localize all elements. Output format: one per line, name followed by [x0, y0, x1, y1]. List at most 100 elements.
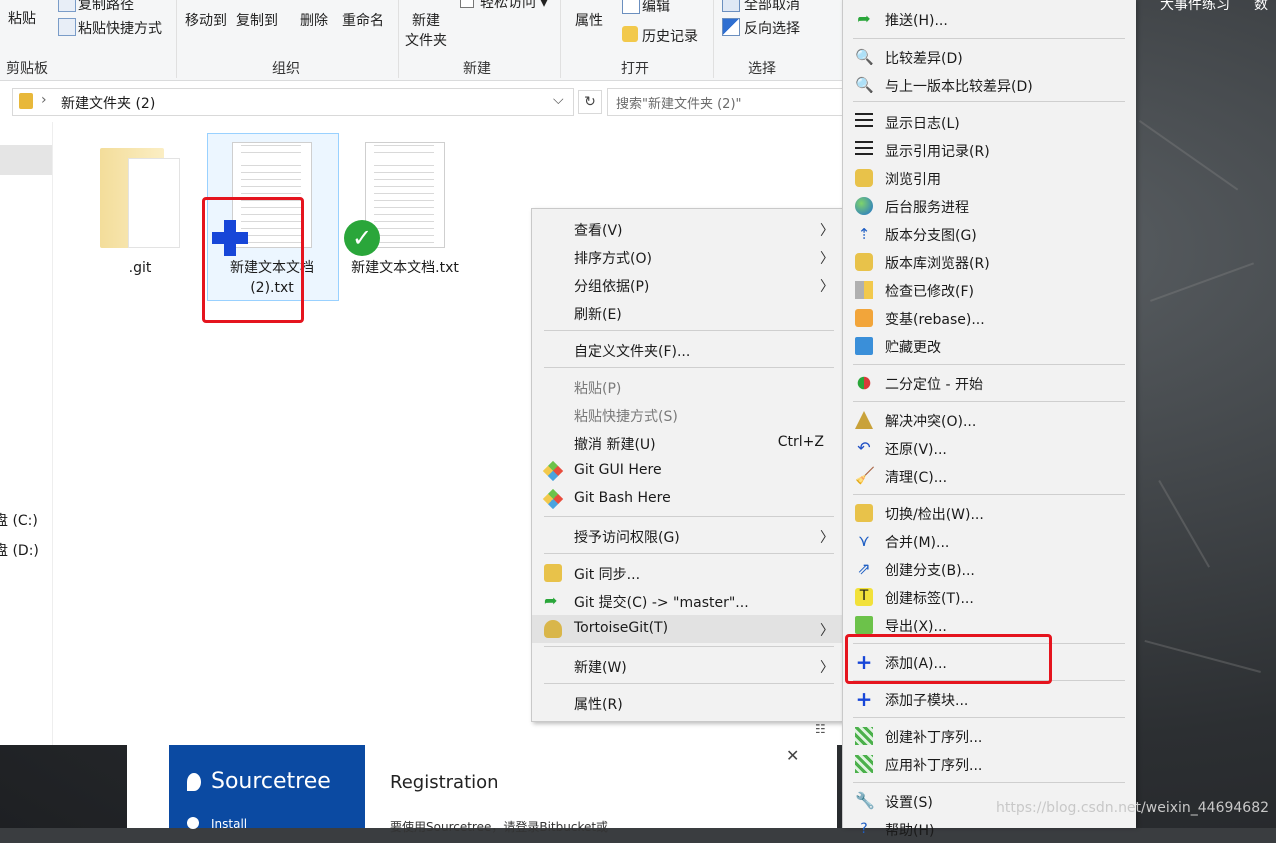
- desktop-text: 数: [1254, 0, 1268, 13]
- submenu-item-8[interactable]: 版本库浏览器(R): [843, 248, 1136, 276]
- rename-button[interactable]: 重命名: [342, 10, 384, 30]
- chevron-right-icon: 〉: [820, 623, 834, 639]
- select-none-button[interactable]: 全部取消: [744, 0, 800, 14]
- menu-item-new[interactable]: 新建(W) 〉: [532, 652, 842, 680]
- nav-item-drive-c[interactable]: 盘 (C:): [0, 510, 38, 530]
- copy-to-button[interactable]: 复制到: [236, 10, 278, 30]
- properties-button[interactable]: 属性: [575, 10, 603, 30]
- menu-item-grant-access[interactable]: 授予访问权限(G) 〉: [532, 522, 842, 550]
- submenu-item-5[interactable]: 浏览引用: [843, 164, 1136, 192]
- copy-path-icon: [58, 0, 76, 12]
- chevron-down-icon[interactable]: ⌵: [553, 92, 564, 108]
- search-input[interactable]: 搜索"新建文件夹 (2)": [607, 88, 844, 116]
- edit-button[interactable]: 编辑: [642, 0, 670, 16]
- submenu-item-label: 添加子模块...: [885, 693, 969, 709]
- new-folder-button-line2[interactable]: 文件夹: [405, 30, 447, 50]
- group-label-new: 新建: [463, 61, 491, 77]
- menu-item-tortoisegit[interactable]: TortoiseGit(T) 〉: [532, 615, 842, 643]
- paste-button[interactable]: 粘贴: [8, 8, 36, 28]
- menu-item-git-gui[interactable]: Git GUI Here: [532, 457, 842, 485]
- address-bar[interactable]: › 新建文件夹 (2) ⌵: [12, 88, 574, 116]
- submenu-item-24[interactable]: 应用补丁序列...: [843, 750, 1136, 778]
- desktop-text: 大事件练习: [1160, 0, 1230, 13]
- chevron-right-icon: 〉: [820, 530, 834, 546]
- close-icon[interactable]: ✕: [786, 746, 799, 765]
- select-none-icon: [722, 0, 740, 12]
- submenu-item-label: 设置(S): [885, 795, 933, 811]
- submenu-item-11[interactable]: 贮藏更改: [843, 332, 1136, 360]
- submenu-item-14[interactable]: ↶ 还原(V)...: [843, 434, 1136, 462]
- menu-item-git-bash[interactable]: Git Bash Here: [532, 485, 842, 513]
- file-name-txt[interactable]: 新建文本文档.txt: [345, 258, 465, 278]
- submenu-item-1[interactable]: 🔍 比较差异(D): [843, 43, 1136, 71]
- submenu-item-label: 与上一版本比较差异(D): [885, 79, 1033, 95]
- new-folder-button[interactable]: 新建: [412, 10, 440, 30]
- menu-item-undo-new[interactable]: 撤消 新建(U) Ctrl+Z: [532, 429, 842, 457]
- submenu-item-23[interactable]: 创建补丁序列...: [843, 722, 1136, 750]
- submenu-item-label: 显示引用记录(R): [885, 144, 990, 160]
- push-icon: ➦: [857, 9, 871, 28]
- history-icon: [622, 26, 638, 42]
- nav-selected-item[interactable]: [0, 145, 52, 175]
- delete-button[interactable]: 删除: [300, 10, 328, 30]
- submenu-item-13[interactable]: 解决冲突(O)...: [843, 406, 1136, 434]
- submenu-item-3[interactable]: 显示日志(L): [843, 108, 1136, 136]
- menu-item-view[interactable]: 查看(V) 〉: [532, 215, 842, 243]
- submenu-item-0[interactable]: ➦ 推送(H)...: [843, 5, 1136, 33]
- breadcrumb-current-folder[interactable]: 新建文件夹 (2): [61, 93, 155, 113]
- chevron-right-icon: 〉: [820, 660, 834, 676]
- submenu-item-18[interactable]: ⇗ 创建分支(B)...: [843, 555, 1136, 583]
- menu-item-properties[interactable]: 属性(R): [532, 689, 842, 717]
- history-button[interactable]: 历史记录: [642, 26, 698, 46]
- view-toggle-icon[interactable]: ☷: [815, 722, 826, 736]
- switch-icon: [855, 504, 873, 522]
- submenu-item-26[interactable]: ? 帮助(H): [843, 815, 1136, 843]
- annotation-red-box: [202, 197, 304, 323]
- git-folder[interactable]: [100, 148, 180, 250]
- submenu-item-label: 推送(H)...: [885, 13, 948, 29]
- easy-access-button[interactable]: 轻松访问 ▾: [480, 0, 547, 12]
- submenu-item-7[interactable]: ⇡ 版本分支图(G): [843, 220, 1136, 248]
- annotation-red-box: [845, 634, 1052, 684]
- menu-item-group-by[interactable]: 分组依据(P) 〉: [532, 271, 842, 299]
- group-label-select: 选择: [748, 61, 776, 77]
- revert-icon: ↶: [857, 438, 871, 457]
- submenu-item-15[interactable]: 🧹 清理(C)...: [843, 462, 1136, 490]
- submenu-item-4[interactable]: 显示引用记录(R): [843, 136, 1136, 164]
- bisect-icon: [857, 376, 871, 390]
- submenu-item-6[interactable]: 后台服务进程: [843, 192, 1136, 220]
- submenu-item-label: 二分定位 - 开始: [885, 377, 983, 393]
- invert-selection-icon: [722, 18, 740, 36]
- menu-item-refresh[interactable]: 刷新(E): [532, 299, 842, 327]
- menu-item-sort[interactable]: 排序方式(O) 〉: [532, 243, 842, 271]
- submenu-item-19[interactable]: T 创建标签(T)...: [843, 583, 1136, 611]
- file-name-git[interactable]: .git: [110, 258, 170, 278]
- easy-access-icon: [460, 0, 474, 8]
- menu-item-git-commit[interactable]: ➦ Git 提交(C) -> "master"...: [532, 587, 842, 615]
- nav-item-drive-d[interactable]: 盘 (D:): [0, 540, 39, 560]
- submenu-item-label: 还原(V)...: [885, 442, 947, 458]
- magnifier-icon: 🔍: [855, 76, 874, 94]
- create-branch-icon: ⇗: [857, 559, 871, 578]
- submenu-item-2[interactable]: 🔍 与上一版本比较差异(D): [843, 71, 1136, 99]
- plus-icon: +: [855, 687, 873, 711]
- install-step-icon: [187, 817, 199, 829]
- menu-item-git-sync[interactable]: Git 同步...: [532, 559, 842, 587]
- copy-path-button[interactable]: 复制路径: [78, 0, 134, 14]
- invert-selection-button[interactable]: 反向选择: [744, 18, 800, 38]
- submenu-item-12[interactable]: 二分定位 - 开始: [843, 369, 1136, 397]
- submenu-item-17[interactable]: ⋎ 合并(M)...: [843, 527, 1136, 555]
- paste-shortcut-button[interactable]: 粘贴快捷方式: [78, 18, 162, 38]
- navigation-pane: [0, 122, 53, 745]
- menu-separator: [853, 364, 1125, 365]
- refresh-icon[interactable]: ↻: [578, 90, 602, 114]
- submenu-item-22[interactable]: + 添加子模块...: [843, 685, 1136, 713]
- move-to-button[interactable]: 移动到: [185, 10, 227, 30]
- submenu-item-16[interactable]: 切换/检出(W)...: [843, 499, 1136, 527]
- submenu-item-9[interactable]: 检查已修改(F): [843, 276, 1136, 304]
- submenu-item-10[interactable]: 变基(rebase)...: [843, 304, 1136, 332]
- menu-separator: [853, 101, 1125, 102]
- menu-item-customize-folder[interactable]: 自定义文件夹(F)...: [532, 336, 842, 364]
- submenu-item-label: 显示日志(L): [885, 116, 960, 132]
- tag-icon: T: [855, 588, 873, 606]
